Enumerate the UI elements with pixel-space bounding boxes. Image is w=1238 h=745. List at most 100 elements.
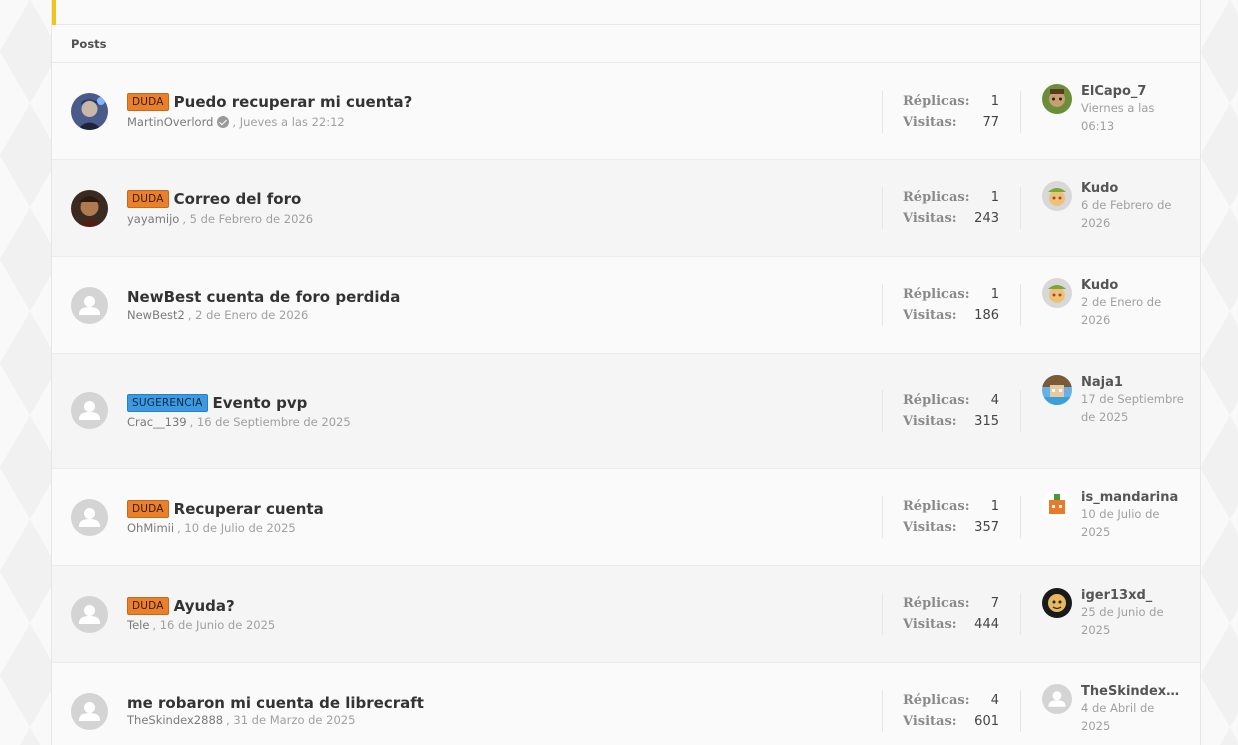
topic-author-link[interactable]: OhMimii: [127, 521, 174, 535]
topic-stats: Réplicas: 1 Visitas: 357: [882, 496, 1021, 538]
last-post-date[interactable]: 4 de Abril de 2025: [1081, 699, 1186, 735]
replies-label: Réplicas:: [903, 393, 970, 408]
last-post-date[interactable]: 25 de Junio de 2025: [1081, 603, 1186, 639]
badge-duda[interactable]: DUDA: [127, 500, 169, 518]
last-poster-name[interactable]: iger13xd_: [1081, 588, 1186, 603]
author-avatar[interactable]: [71, 190, 108, 227]
last-poster-name[interactable]: Kudo: [1081, 278, 1186, 293]
topic-author-link[interactable]: MartinOverlord: [127, 115, 213, 129]
replies-label: Réplicas:: [903, 499, 970, 514]
topic-title-link[interactable]: Ayuda?: [174, 597, 235, 615]
last-poster-name[interactable]: Kudo: [1081, 181, 1186, 196]
replies-count: 1: [990, 190, 999, 205]
topic-date: , Jueves a las 22:12: [232, 115, 345, 129]
last-post-date[interactable]: 17 de Septiembre de 2025: [1081, 390, 1186, 426]
last-poster-name[interactable]: ElCapo_7: [1081, 84, 1186, 99]
topic-author-link[interactable]: NewBest2: [127, 308, 185, 322]
replies-count: 4: [990, 393, 999, 408]
top-strip: [52, 0, 1200, 25]
badge-duda[interactable]: DUDA: [127, 93, 169, 111]
topic-stats: Réplicas: 1 Visitas: 186: [882, 284, 1021, 326]
topic-author-link[interactable]: Crac__139: [127, 415, 187, 429]
badge-duda[interactable]: DUDA: [127, 597, 169, 615]
last-poster-avatar[interactable]: [1042, 278, 1072, 308]
topic-row[interactable]: DUDA Recuperar cuenta OhMimii , 10 de Ju…: [52, 469, 1200, 566]
last-post-info: Kudo 2 de Enero de 2026: [1042, 278, 1192, 329]
topic-title-link[interactable]: Correo del foro: [174, 190, 302, 208]
author-avatar[interactable]: [71, 93, 108, 130]
topic-title-link[interactable]: Puedo recuperar mi cuenta?: [174, 93, 413, 111]
last-poster-name[interactable]: is_mandarina: [1081, 490, 1186, 505]
last-post-info: iger13xd_ 25 de Junio de 2025: [1042, 588, 1192, 639]
views-label: Visitas:: [903, 617, 957, 632]
views-label: Visitas:: [903, 211, 957, 226]
views-count: 77: [982, 115, 999, 130]
default-avatar-icon[interactable]: [71, 499, 108, 536]
topic-list-panel: Posts DUDA Puedo recuperar mi cuenta? Ma…: [51, 0, 1201, 745]
replies-count: 1: [990, 94, 999, 109]
topic-author-link[interactable]: yayamijo: [127, 212, 179, 226]
replies-label: Réplicas:: [903, 693, 970, 708]
topic-date: , 16 de Junio de 2025: [152, 618, 276, 632]
topic-row[interactable]: DUDA Correo del foro yayamijo , 5 de Feb…: [52, 160, 1200, 257]
default-avatar-icon[interactable]: [71, 596, 108, 633]
topic-date: , 10 de Julio de 2025: [177, 521, 296, 535]
replies-label: Réplicas:: [903, 190, 970, 205]
last-poster-name[interactable]: TheSkindex…: [1081, 684, 1186, 699]
topic-stats: Réplicas: 7 Visitas: 444: [882, 593, 1021, 635]
default-avatar-icon[interactable]: [1042, 684, 1072, 714]
last-poster-avatar[interactable]: [1042, 84, 1072, 114]
views-count: 186: [974, 308, 999, 323]
topic-stats: Réplicas: 1 Visitas: 243: [882, 187, 1021, 229]
topic-stats: Réplicas: 1 Visitas: 77: [882, 91, 1021, 133]
topic-date: , 5 de Febrero de 2026: [182, 212, 314, 226]
verified-check-icon: [217, 116, 230, 128]
last-poster-name[interactable]: Naja1: [1081, 375, 1186, 390]
last-post-date[interactable]: 10 de Julio de 2025: [1081, 505, 1186, 541]
topic-row[interactable]: SUGERENCIA Evento pvp Crac__139 , 16 de …: [52, 354, 1200, 469]
topic-stats: Réplicas: 4 Visitas: 315: [882, 390, 1021, 432]
badge-duda[interactable]: DUDA: [127, 190, 169, 208]
views-label: Visitas:: [903, 520, 957, 535]
badge-sugerencia[interactable]: SUGERENCIA: [127, 394, 208, 412]
topic-author-link[interactable]: Tele: [127, 618, 149, 632]
topic-row[interactable]: DUDA Ayuda? Tele , 16 de Junio de 2025 R…: [52, 566, 1200, 663]
views-count: 315: [974, 414, 999, 429]
topic-stats: Réplicas: 4 Visitas: 601: [882, 690, 1021, 732]
default-avatar-icon[interactable]: [71, 693, 108, 730]
last-poster-avatar[interactable]: [1042, 375, 1072, 405]
replies-label: Réplicas:: [903, 94, 970, 109]
default-avatar-icon[interactable]: [71, 287, 108, 324]
topic-title-link[interactable]: Recuperar cuenta: [174, 500, 324, 518]
views-label: Visitas:: [903, 414, 957, 429]
topic-row[interactable]: DUDA Puedo recuperar mi cuenta? MartinOv…: [52, 63, 1200, 160]
last-post-date[interactable]: 2 de Enero de 2026: [1081, 293, 1186, 329]
views-count: 357: [974, 520, 999, 535]
replies-count: 1: [990, 287, 999, 302]
topic-title-link[interactable]: Evento pvp: [213, 394, 308, 412]
topic-date: , 16 de Septiembre de 2025: [189, 415, 351, 429]
last-poster-avatar[interactable]: [1042, 490, 1072, 520]
topic-title-link[interactable]: me robaron mi cuenta de librecraft: [127, 694, 424, 712]
views-count: 444: [974, 617, 999, 632]
topic-row[interactable]: NewBest cuenta de foro perdida NewBest2 …: [52, 257, 1200, 354]
last-poster-avatar[interactable]: [1042, 588, 1072, 618]
replies-count: 7: [990, 596, 999, 611]
last-post-info: is_mandarina 10 de Julio de 2025: [1042, 490, 1192, 541]
default-avatar-icon[interactable]: [71, 392, 108, 429]
topic-author-link[interactable]: TheSkindex2888: [127, 713, 223, 727]
topic-title-link[interactable]: NewBest cuenta de foro perdida: [127, 288, 400, 306]
section-header: Posts: [52, 25, 1200, 63]
views-label: Visitas:: [903, 308, 957, 323]
last-post-date[interactable]: 6 de Febrero de 2026: [1081, 196, 1186, 232]
topic-row[interactable]: me robaron mi cuenta de librecraft TheSk…: [52, 663, 1200, 745]
last-poster-avatar[interactable]: [1042, 181, 1072, 211]
replies-label: Réplicas:: [903, 596, 970, 611]
views-label: Visitas:: [903, 714, 957, 729]
topic-date: , 31 de Marzo de 2025: [226, 713, 356, 727]
last-post-info: Kudo 6 de Febrero de 2026: [1042, 181, 1192, 232]
last-post-date[interactable]: Viernes a las 06:13: [1081, 99, 1186, 135]
topic-date: , 2 de Enero de 2026: [187, 308, 309, 322]
replies-count: 1: [990, 499, 999, 514]
replies-count: 4: [990, 693, 999, 708]
